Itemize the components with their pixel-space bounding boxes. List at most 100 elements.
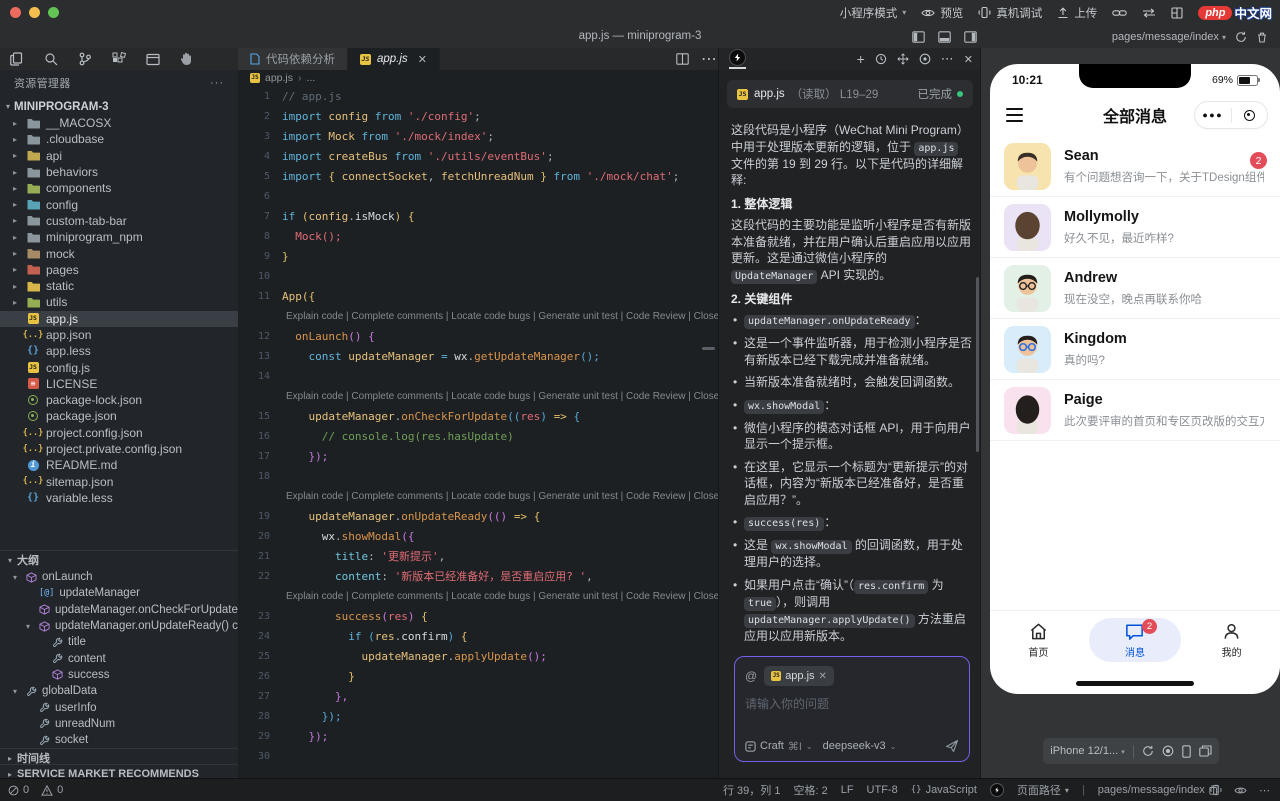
device-dropdown[interactable]: iPhone 12/1... ▾ xyxy=(1050,745,1124,757)
tree-file-app.js[interactable]: JSapp.js xyxy=(0,311,238,327)
breadcrumb[interactable]: JS app.js › ... xyxy=(238,70,718,86)
service-market-section-header[interactable]: ▸ SERVICE MARKET RECOMMENDS xyxy=(0,764,239,778)
tree-folder-config[interactable]: ▸config xyxy=(0,196,238,212)
ai-more-actions[interactable]: ⋯ xyxy=(941,51,954,67)
device-frame-icon[interactable] xyxy=(1182,745,1191,758)
toggle-bottom-panel-icon[interactable] xyxy=(938,31,951,43)
indentation[interactable]: 空格: 2 xyxy=(793,782,827,798)
extensions-icon[interactable] xyxy=(112,52,126,66)
phone-tab-消息[interactable]: 消息2 xyxy=(1089,618,1181,662)
preview-status-icon[interactable] xyxy=(1234,785,1247,796)
phone-screen[interactable]: 10:21 69% 全部消息 ●●● Sean有个问题想咨询一下，关于TDesi… xyxy=(990,64,1280,694)
page-path-dropdown[interactable]: pages/message/index ▾ xyxy=(1112,31,1226,43)
message-row-Andrew[interactable]: Andrew现在没空，晚点再联系你哈 xyxy=(990,258,1280,319)
status-more-icon[interactable]: ⋯ xyxy=(1259,784,1270,797)
multi-window-icon[interactable] xyxy=(1199,745,1212,757)
codelens-actions[interactable]: Explain code | Complete comments | Locat… xyxy=(238,386,718,406)
encoding[interactable]: UTF-8 xyxy=(867,784,898,796)
tree-file-sitemap.json[interactable]: {..}sitemap.json xyxy=(0,474,238,490)
explorer-more-icon[interactable]: ··· xyxy=(210,77,224,89)
source-control-icon[interactable] xyxy=(78,52,92,66)
rotate-icon[interactable] xyxy=(1142,745,1154,757)
phone-tab-我的[interactable]: 我的 xyxy=(1186,618,1278,662)
agent-mode-dropdown[interactable]: Craft ⌘I ⌄ xyxy=(745,740,813,753)
link-button[interactable] xyxy=(1112,8,1127,18)
attached-file-chip[interactable]: JS app.js ✕ xyxy=(764,666,834,686)
tree-file-package-lock.json[interactable]: package-lock.json xyxy=(0,392,238,408)
tree-root[interactable]: ▾ MINIPROGRAM-3 xyxy=(0,98,238,115)
outline-item-userInfo[interactable]: userInfo xyxy=(0,699,238,715)
history-icon[interactable] xyxy=(875,53,887,65)
ai-assistant-tab[interactable] xyxy=(729,49,746,69)
remove-attachment-icon[interactable]: ✕ xyxy=(819,671,827,682)
page-path-mode-dropdown[interactable]: 页面路径 ▾ xyxy=(1017,782,1069,798)
ai-input-placeholder[interactable]: 请输入你的问题 xyxy=(745,695,959,712)
ai-panel-scrollbar[interactable] xyxy=(976,277,979,452)
split-editor-icon[interactable] xyxy=(676,53,689,65)
context-file-chip[interactable]: JS app.js （读取） L19–29 已完成 xyxy=(727,80,973,108)
codelens-actions[interactable]: Explain code | Complete comments | Locat… xyxy=(238,306,718,326)
outline-item-title[interactable]: title xyxy=(0,634,238,650)
tree-file-app.json[interactable]: {..}app.json xyxy=(0,327,238,343)
tree-file-README.md[interactable]: iREADME.md xyxy=(0,457,238,473)
message-row-Sean[interactable]: Sean有个问题想咨询一下，关于TDesign组件...2 xyxy=(990,136,1280,197)
record-icon[interactable] xyxy=(1162,745,1174,757)
mode-dropdown[interactable]: 小程序模式 ▾ xyxy=(840,5,907,21)
clear-cache-icon[interactable] xyxy=(1256,31,1268,43)
tree-folder-behaviors[interactable]: ▸behaviors xyxy=(0,164,238,180)
panel-grid-button[interactable] xyxy=(1171,7,1183,19)
tree-file-project.config.json[interactable]: {..}project.config.json xyxy=(0,425,238,441)
tab-app-js[interactable]: JS app.js ✕ xyxy=(348,48,440,70)
codelens-actions[interactable]: Explain code | Complete comments | Locat… xyxy=(238,486,718,506)
close-tab-icon[interactable]: ✕ xyxy=(418,53,427,66)
outline-header[interactable]: ▾ 大纲 xyxy=(0,550,238,569)
message-row-Mollymolly[interactable]: Mollymolly好久不见，最近咋样? xyxy=(990,197,1280,258)
scope-icon[interactable] xyxy=(919,53,931,65)
explorer-icon[interactable] xyxy=(10,52,24,66)
tree-folder-api[interactable]: ▸api xyxy=(0,148,238,164)
message-row-Paige[interactable]: Paige此次要评审的首页和专区页改版的交互方案 xyxy=(990,380,1280,441)
mention-icon[interactable]: @ xyxy=(745,669,757,683)
close-circle-icon[interactable] xyxy=(1232,110,1268,121)
toggle-right-panel-icon[interactable] xyxy=(964,31,977,43)
ai-input-box[interactable]: @ JS app.js ✕ 请输入你的问题 Craft ⌘I ⌄ deepsee… xyxy=(734,656,970,762)
outline-item-updateManager-onCheckForUpdate-call-[interactable]: updateManager.onCheckForUpdate() call... xyxy=(0,602,238,618)
window-icon[interactable] xyxy=(146,53,160,66)
close-ai-panel-icon[interactable]: ✕ xyxy=(964,53,973,66)
refresh-icon[interactable] xyxy=(1235,31,1247,43)
tree-file-LICENSE[interactable]: ≡LICENSE xyxy=(0,376,238,392)
tree-folder-miniprogram_npm[interactable]: ▸miniprogram_npm xyxy=(0,229,238,245)
switch-branch-button[interactable] xyxy=(1142,8,1156,18)
maximize-window-button[interactable] xyxy=(48,7,59,18)
tree-folder-.cloudbase[interactable]: ▸.cloudbase xyxy=(0,131,238,147)
remote-debug-button[interactable]: 真机调试 xyxy=(978,5,1042,21)
outline-item-globalData[interactable]: ▾globalData xyxy=(0,683,238,699)
codelens-actions[interactable]: Explain code | Complete comments | Locat… xyxy=(238,586,718,606)
close-window-button[interactable] xyxy=(10,7,21,18)
tree-file-package.json[interactable]: package.json xyxy=(0,408,238,424)
tab-code-dependency-analysis[interactable]: 代码依赖分析 xyxy=(238,48,348,70)
navigate-icon[interactable] xyxy=(897,53,909,65)
send-button[interactable] xyxy=(945,739,959,753)
new-chat-button[interactable]: + xyxy=(857,51,865,67)
outline-item-updateManager[interactable]: [@]updateManager xyxy=(0,585,238,601)
outline-item-content[interactable]: content xyxy=(0,650,238,666)
eol-sequence[interactable]: LF xyxy=(841,784,854,796)
minimize-window-button[interactable] xyxy=(29,7,40,18)
tree-folder-components[interactable]: ▸components xyxy=(0,180,238,196)
tree-folder-pages[interactable]: ▸pages xyxy=(0,262,238,278)
outline-item-success[interactable]: success xyxy=(0,667,238,683)
tree-folder-mock[interactable]: ▸mock xyxy=(0,245,238,261)
outline-item-updateManager-onUpdateReady-callback[interactable]: ▾updateManager.onUpdateReady() callback xyxy=(0,618,238,634)
cursor-position[interactable]: 行 39，列 1 xyxy=(723,782,780,798)
editor-more-actions[interactable]: ⋯ xyxy=(701,49,718,69)
preview-button[interactable]: 预览 xyxy=(921,5,963,21)
tree-folder-utils[interactable]: ▸utils xyxy=(0,294,238,310)
language-mode[interactable]: {} JavaScript xyxy=(911,784,977,796)
home-indicator[interactable] xyxy=(1076,681,1194,686)
ai-status-icon[interactable] xyxy=(990,783,1004,797)
tree-folder-__MACOSX[interactable]: ▸__MACOSX xyxy=(0,115,238,131)
toggle-left-panel-icon[interactable] xyxy=(912,31,925,43)
warning-count[interactable]: 0 xyxy=(57,784,63,796)
tree-folder-static[interactable]: ▸static xyxy=(0,278,238,294)
